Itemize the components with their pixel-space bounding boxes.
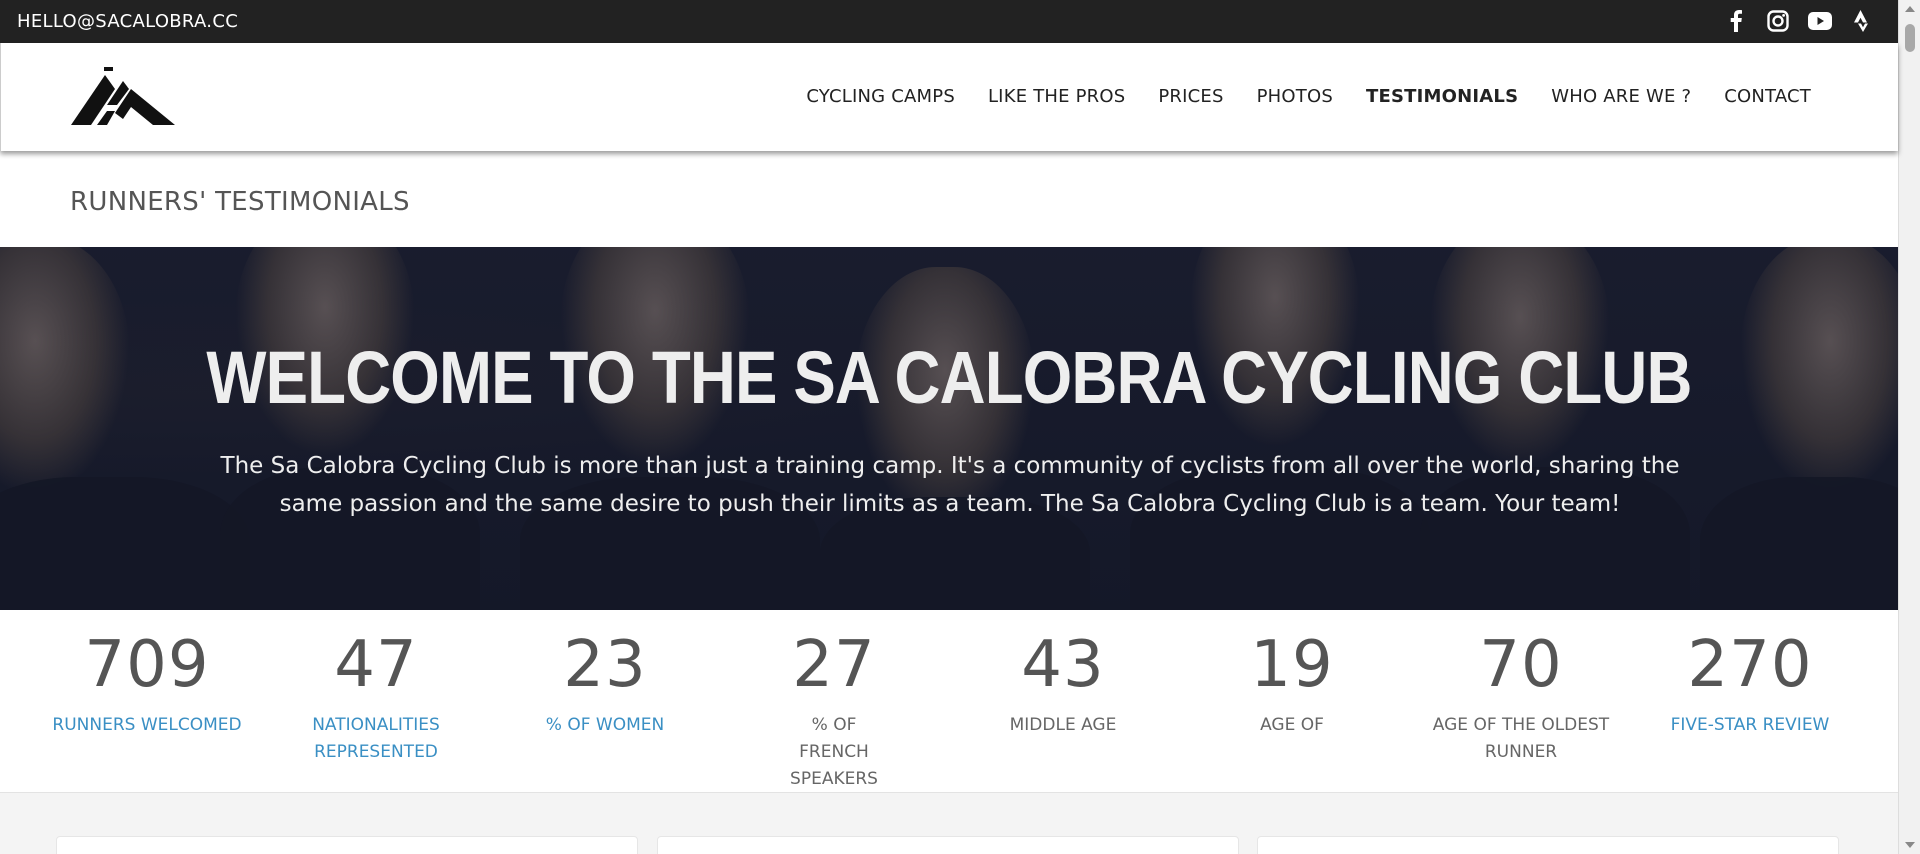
stat-women: 23 % OF WOMEN — [491, 610, 719, 739]
testimonials-section — [0, 793, 1898, 854]
stat-nationalities: 47 NATIONALITIES REPRESENTED — [262, 610, 490, 766]
stat-label: AGE OF — [1260, 715, 1324, 735]
nav-item-photos[interactable]: PHOTOS — [1257, 86, 1333, 107]
main-nav: CYCLING CAMPS LIKE THE PROS PRICES PHOTO… — [806, 86, 1811, 107]
stat-value: 47 — [334, 628, 418, 702]
stat-label[interactable]: FIVE-STAR REVIEW — [1636, 712, 1864, 739]
stat-runners-welcomed: 709 RUNNERS WELCOMED — [33, 610, 261, 739]
testimonial-card — [657, 836, 1239, 854]
stat-value: 19 — [1250, 628, 1334, 702]
site-header: CYCLING CAMPS LIKE THE PROS PRICES PHOTO… — [0, 43, 1898, 151]
scroll-up-arrow[interactable] — [1905, 6, 1915, 12]
stat-middle-age: 43 MIDDLE AGE — [949, 610, 1177, 739]
top-bar: HELLO@SACALOBRA.CC — [0, 0, 1898, 43]
strava-icon[interactable] — [1850, 9, 1874, 33]
stat-label[interactable]: RUNNERS WELCOMED — [33, 712, 261, 739]
stat-label: % OF FRENCH SPEAKERS — [790, 715, 878, 789]
nav-item-contact[interactable]: CONTACT — [1724, 86, 1811, 107]
hero-banner: WELCOME TO THE SA CALOBRA CYCLING CLUB T… — [0, 247, 1898, 610]
stat-french-speakers: 27 % OF FRENCH SPEAKERS — [720, 610, 948, 793]
facebook-icon[interactable] — [1724, 9, 1748, 33]
page-scrollbar[interactable] — [1898, 0, 1920, 854]
scroll-thumb[interactable] — [1905, 24, 1915, 52]
stat-value: 709 — [84, 628, 210, 702]
email-link[interactable]: HELLO@SACALOBRA.CC — [17, 11, 238, 32]
testimonial-card — [56, 836, 638, 854]
hero-heading: WELCOME TO THE SA CALOBRA CYCLING CLUB — [206, 336, 1692, 419]
nav-item-testimonials[interactable]: TESTIMONIALS — [1366, 86, 1518, 107]
stat-label[interactable]: NATIONALITIES REPRESENTED — [262, 712, 490, 766]
stat-value: 23 — [563, 628, 647, 702]
stat-label: MIDDLE AGE — [1009, 715, 1117, 735]
scroll-down-arrow[interactable] — [1905, 842, 1915, 848]
hero-text: The Sa Calobra Cycling Club is more than… — [220, 453, 1680, 517]
youtube-icon[interactable] — [1808, 9, 1832, 33]
page-title: RUNNERS' TESTIMONIALS — [70, 187, 410, 217]
nav-item-prices[interactable]: PRICES — [1158, 86, 1223, 107]
instagram-icon[interactable] — [1766, 9, 1790, 33]
site-logo[interactable] — [71, 67, 175, 125]
stat-age-of: 19 AGE OF — [1178, 610, 1406, 739]
stat-label: AGE OF THE OLDEST RUNNER — [1432, 715, 1610, 762]
stat-five-star-review: 270 FIVE-STAR REVIEW — [1636, 610, 1864, 739]
hero-background-image — [0, 247, 1898, 610]
stat-oldest-runner: 70 AGE OF THE OLDEST RUNNER — [1407, 610, 1635, 766]
nav-item-like-the-pros[interactable]: LIKE THE PROS — [988, 86, 1125, 107]
stat-label[interactable]: % OF WOMEN — [491, 712, 719, 739]
stat-value: 27 — [792, 628, 876, 702]
social-links — [1724, 9, 1874, 33]
testimonial-card — [1257, 836, 1839, 854]
page-title-bar: RUNNERS' TESTIMONIALS — [0, 151, 1898, 247]
stats-section: 709 RUNNERS WELCOMED 47 NATIONALITIES RE… — [0, 610, 1898, 793]
stat-value: 43 — [1021, 628, 1105, 702]
stat-value: 70 — [1479, 628, 1563, 702]
nav-item-who-are-we[interactable]: WHO ARE WE ? — [1551, 86, 1691, 107]
stat-value: 270 — [1687, 628, 1813, 702]
nav-item-cycling-camps[interactable]: CYCLING CAMPS — [806, 86, 955, 107]
